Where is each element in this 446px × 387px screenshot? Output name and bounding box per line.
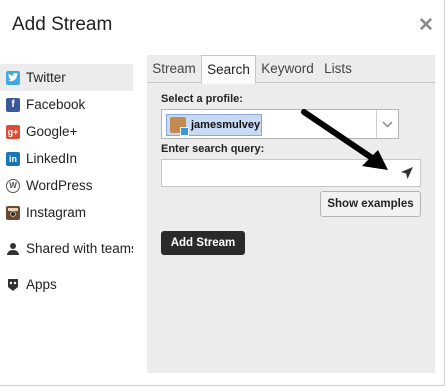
sidebar-item-label: Twitter [26, 70, 66, 85]
instagram-icon [6, 205, 20, 220]
avatar [170, 117, 189, 136]
apps-icon [6, 278, 20, 292]
sidebar-item-twitter[interactable]: Twitter [0, 64, 133, 91]
tab-stream[interactable]: Stream [147, 55, 201, 82]
query-label: Enter search query: [161, 143, 265, 155]
sidebar-item-label: Facebook [26, 97, 86, 112]
chevron-down-icon[interactable] [376, 110, 398, 138]
sidebar-item-label: Instagram [26, 205, 87, 220]
profile-label: Select a profile: [161, 93, 243, 105]
team-icon [6, 242, 20, 256]
tab-bar: Stream Search Keyword Lists [147, 55, 435, 84]
sidebar-item-instagram[interactable]: Instagram [0, 199, 133, 226]
stream-config-panel: Stream Search Keyword Lists Select a pro… [147, 55, 435, 373]
sidebar-item-facebook[interactable]: f Facebook [0, 91, 133, 118]
google-plus-icon: g+ [6, 124, 20, 139]
facebook-icon: f [6, 97, 20, 112]
profile-name: jamesmulvey [191, 119, 261, 131]
sidebar-item-apps[interactable]: Apps [0, 271, 133, 298]
dialog-title: Add Stream [12, 14, 113, 35]
twitter-icon [6, 70, 20, 85]
linkedin-icon: in [6, 151, 20, 166]
sidebar-item-label: Google+ [26, 124, 78, 139]
tab-keyword[interactable]: Keyword [256, 55, 319, 82]
profile-select[interactable]: jamesmulvey [161, 109, 399, 139]
sidebar-item-label: WordPress [26, 178, 93, 193]
location-arrow-icon[interactable] [400, 166, 414, 180]
tab-search[interactable]: Search [201, 55, 256, 84]
sidebar-item-label: Shared with teams [26, 241, 133, 256]
wordpress-icon: W [6, 178, 20, 193]
sidebar-item-wordpress[interactable]: W WordPress [0, 172, 133, 199]
sidebar-item-label: Apps [26, 277, 57, 292]
add-stream-button[interactable]: Add Stream [161, 231, 245, 255]
sidebar-item-google-plus[interactable]: g+ Google+ [0, 118, 133, 145]
search-query-input[interactable] [161, 159, 421, 187]
sidebar-item-shared-with-teams[interactable]: Shared with teams [0, 235, 133, 262]
twitter-badge-icon [180, 127, 189, 136]
sidebar-item-label: LinkedIn [26, 151, 78, 166]
show-examples-button[interactable]: Show examples [320, 191, 421, 217]
tab-lists[interactable]: Lists [321, 55, 355, 82]
sidebar-item-linkedin[interactable]: in LinkedIn [0, 145, 133, 172]
add-stream-dialog: Add Stream ✕ Twitter f Facebook g+ Googl… [0, 0, 445, 386]
profile-chip: jamesmulvey [166, 114, 262, 136]
close-icon[interactable]: ✕ [418, 16, 434, 36]
